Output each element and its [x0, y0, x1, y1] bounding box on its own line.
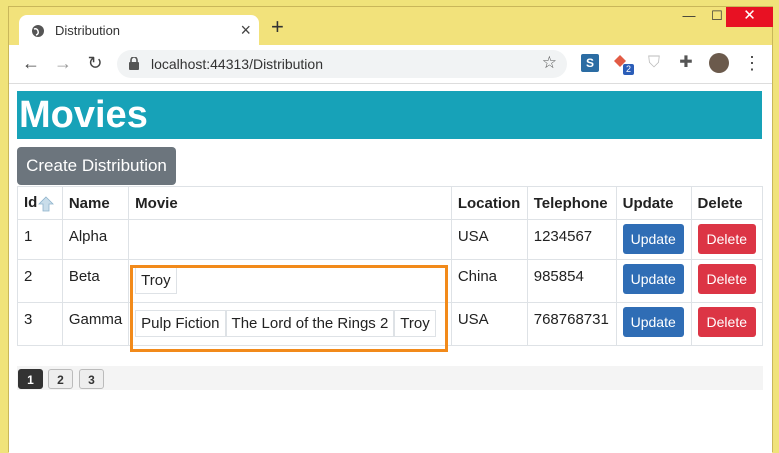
profile-avatar[interactable] — [709, 53, 729, 73]
page-button-2[interactable]: 2 — [48, 369, 73, 389]
delete-button[interactable]: Delete — [697, 307, 756, 337]
cell-update: Update — [615, 219, 692, 260]
lock-icon — [129, 57, 139, 70]
update-button[interactable]: Update — [622, 224, 684, 254]
url-text: localhost:44313/Distribution — [151, 56, 323, 72]
cell-name: Alpha — [61, 219, 130, 260]
table-row: 3 Gamma Pulp Fiction The Lord of the Ring… — [17, 302, 764, 346]
update-button[interactable]: Update — [622, 307, 684, 337]
new-tab-button[interactable]: + — [271, 16, 284, 38]
page-button-1[interactable]: 1 — [18, 369, 43, 389]
tab-close-icon[interactable]: × — [240, 20, 251, 40]
movie-tag: Troy — [394, 310, 436, 337]
tab-title: Distribution — [55, 23, 121, 38]
cell-id: 3 — [17, 302, 63, 346]
forward-arrow-icon[interactable]: → — [53, 53, 73, 73]
distribution-table: Id Name Movie Location Telephone Update … — [17, 186, 764, 346]
cell-id: 2 — [17, 259, 63, 303]
page-content: Movies Create Distribution Id Name Movie… — [9, 84, 772, 453]
minimize-button[interactable]: — — [679, 7, 699, 27]
delete-button[interactable]: Delete — [697, 224, 756, 254]
pagination: 1 2 3 — [17, 366, 763, 390]
shield-icon[interactable]: ⛉ — [645, 54, 663, 72]
title-bar: Distribution × + — ☐ ✕ — [9, 7, 773, 47]
page-banner: Movies — [17, 91, 762, 139]
browser-window: Distribution × + — ☐ ✕ ← → ↻ localhost:4… — [8, 6, 773, 453]
column-header-delete: Delete — [690, 186, 764, 220]
back-arrow-icon[interactable]: ← — [21, 53, 41, 73]
cell-movie: Pulp Fiction The Lord of the Rings 2 Troy — [128, 302, 452, 346]
cell-location: USA — [450, 219, 528, 260]
reload-icon[interactable]: ↻ — [85, 53, 105, 73]
browser-toolbar: ← → ↻ localhost:44313/Distribution ☆ S 2… — [9, 45, 772, 84]
column-header-location: Location — [450, 186, 528, 220]
cell-update: Update — [615, 302, 692, 346]
page-title: Movies — [19, 94, 148, 136]
column-header-name: Name — [61, 186, 130, 220]
movie-tag: Troy — [135, 267, 177, 294]
column-header-movie: Movie — [128, 186, 452, 220]
bookmark-star-icon[interactable]: ☆ — [542, 53, 557, 73]
cell-delete: Delete — [690, 219, 764, 260]
cell-name: Gamma — [61, 302, 130, 346]
extension-s-icon[interactable]: S — [581, 54, 599, 72]
address-bar[interactable]: localhost:44313/Distribution ☆ — [117, 50, 567, 78]
column-header-id[interactable]: Id — [17, 186, 63, 220]
table-header-row: Id Name Movie Location Telephone Update … — [17, 186, 764, 220]
cell-telephone: 768768731 — [526, 302, 617, 346]
cell-delete: Delete — [690, 302, 764, 346]
extension-badge: 2 — [623, 64, 635, 75]
cell-movie — [128, 219, 452, 260]
sort-arrow-icon[interactable] — [38, 195, 55, 212]
cell-location: USA — [450, 302, 528, 346]
create-distribution-button[interactable]: Create Distribution — [17, 147, 176, 185]
cell-delete: Delete — [690, 259, 764, 303]
delete-button[interactable]: Delete — [697, 264, 756, 294]
movie-tag: The Lord of the Rings 2 — [225, 310, 395, 337]
table-row: 1 Alpha USA 1234567 Update Delete — [17, 219, 764, 260]
browser-tab[interactable]: Distribution × — [19, 15, 259, 47]
cell-name: Beta — [61, 259, 130, 303]
table-row: 2 Beta Troy China 985854 Update Delete — [17, 259, 764, 303]
cell-update: Update — [615, 259, 692, 303]
movie-tag: Pulp Fiction — [135, 310, 226, 337]
extensions-puzzle-icon[interactable]: ✚ — [677, 54, 695, 72]
git-extension-icon[interactable]: 2 — [613, 54, 635, 75]
cell-telephone: 985854 — [526, 259, 617, 303]
cell-telephone: 1234567 — [526, 219, 617, 260]
close-window-button[interactable]: ✕ — [726, 7, 773, 27]
cell-movie: Troy — [128, 259, 452, 303]
column-header-telephone: Telephone — [526, 186, 617, 220]
column-header-update: Update — [615, 186, 692, 220]
maximize-button[interactable]: ☐ — [707, 7, 727, 27]
page-button-3[interactable]: 3 — [79, 369, 104, 389]
update-button[interactable]: Update — [622, 264, 684, 294]
cell-location: China — [450, 259, 528, 303]
cell-id: 1 — [17, 219, 63, 260]
globe-icon — [32, 25, 44, 37]
browser-menu-icon[interactable]: ⋮ — [743, 53, 761, 73]
